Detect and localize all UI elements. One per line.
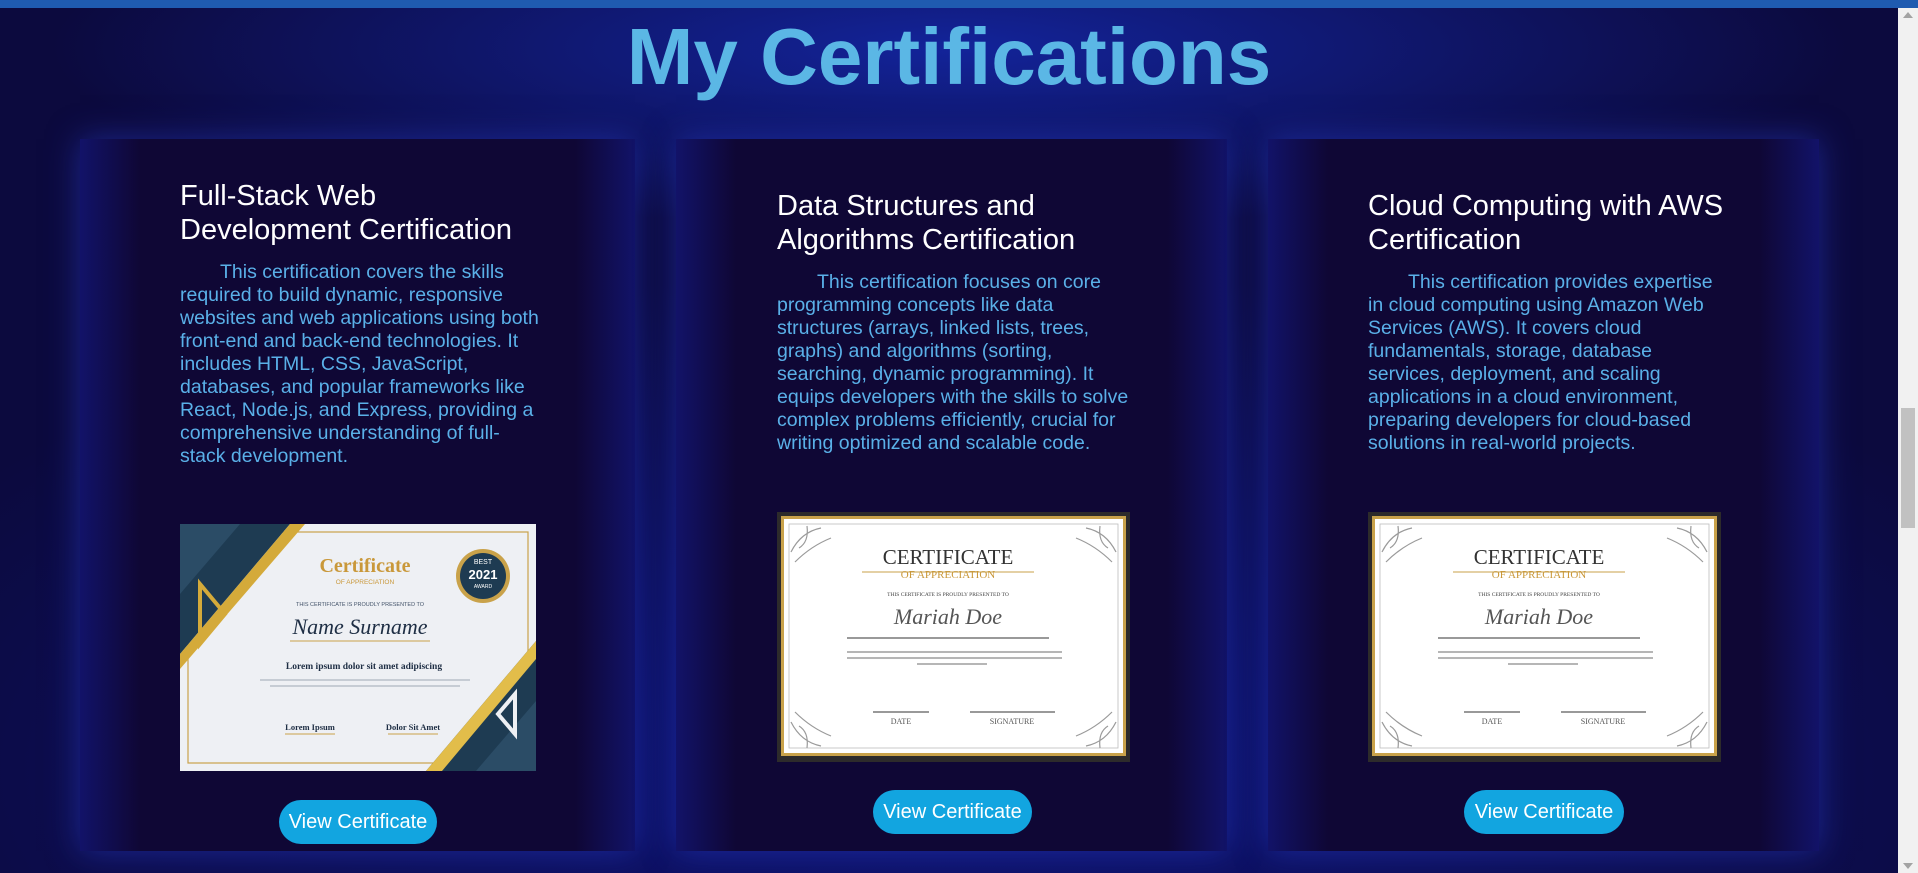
- card-description: This certification covers the skills req…: [180, 261, 539, 467]
- certificate-tagline: Lorem ipsum dolor sit amet adipiscing: [286, 662, 442, 672]
- scroll-up-arrow-icon[interactable]: [1903, 12, 1913, 18]
- certification-card-aws: Cloud Computing with AWS Certification T…: [1268, 139, 1819, 851]
- scrollbar-thumb[interactable]: [1901, 408, 1915, 528]
- card-text: Cloud Computing with AWS Certification T…: [1368, 189, 1728, 455]
- card-title: Full-Stack Web Development Certification: [180, 180, 513, 246]
- certificate-image-aws[interactable]: CERTIFICATE OF APPRECIATION THIS CERTIFI…: [1368, 512, 1721, 762]
- badge-year: 2021: [469, 567, 498, 582]
- certificate-presented-line: THIS CERTIFICATE IS PROUDLY PRESENTED TO: [887, 592, 1009, 598]
- signature-label: SIGNATURE: [1581, 717, 1626, 726]
- certificate-illustration: CERTIFICATE OF APPRECIATION THIS CERTIFI…: [777, 512, 1130, 762]
- signature-label: SIGNATURE: [990, 717, 1035, 726]
- card-description: This certification focuses on core progr…: [777, 271, 1129, 454]
- certificate-illustration: Certificate OF APPRECIATION BEST 2021 AW…: [180, 524, 536, 771]
- card-description: This certification provides expertise in…: [1368, 271, 1713, 454]
- certificate-heading: CERTIFICATE: [883, 545, 1014, 569]
- certification-card-fullstack: Full-Stack Web Development Certification…: [80, 139, 635, 851]
- view-certificate-button[interactable]: View Certificate: [873, 790, 1032, 834]
- card-text: Full-Stack Web Development Certification…: [180, 179, 540, 468]
- card-title: Cloud Computing with AWS Certification: [1368, 190, 1724, 256]
- certificate-illustration: CERTIFICATE OF APPRECIATION THIS CERTIFI…: [1368, 512, 1721, 762]
- certificate-subheading: OF APPRECIATION: [901, 569, 995, 581]
- view-certificate-button[interactable]: View Certificate: [1464, 790, 1624, 834]
- badge-top: BEST: [474, 559, 493, 566]
- card-title: Data Structures and Algorithms Certifica…: [777, 190, 1076, 256]
- signature-right: Dolor Sit Amet: [386, 722, 440, 732]
- view-certificate-button[interactable]: View Certificate: [279, 800, 437, 844]
- certificate-presented-line: THIS CERTIFICATE IS PROUDLY PRESENTED TO: [296, 602, 425, 608]
- certificate-recipient-name: Name Surname: [291, 614, 427, 639]
- page-title: My Certifications: [626, 12, 1272, 101]
- vertical-scrollbar[interactable]: [1898, 8, 1918, 873]
- card-text: Data Structures and Algorithms Certifica…: [777, 189, 1137, 455]
- date-label: DATE: [891, 717, 912, 726]
- certifications-section: My Certifications Full-Stack Web Develop…: [0, 8, 1898, 873]
- certificate-subheading: OF APPRECIATION: [336, 579, 395, 586]
- certificate-heading: CERTIFICATE: [1474, 545, 1605, 569]
- certification-card-dsa: Data Structures and Algorithms Certifica…: [676, 139, 1227, 851]
- badge-bottom: AWARD: [474, 584, 493, 590]
- certificate-image-fullstack[interactable]: Certificate OF APPRECIATION BEST 2021 AW…: [180, 524, 536, 771]
- certificate-presented-line: THIS CERTIFICATE IS PROUDLY PRESENTED TO: [1478, 592, 1600, 598]
- certificate-recipient-name: Mariah Doe: [893, 604, 1002, 629]
- signature-left: Lorem Ipsum: [285, 722, 335, 732]
- top-accent-bar: [0, 0, 1918, 8]
- certificate-recipient-name: Mariah Doe: [1484, 604, 1593, 629]
- certificate-image-dsa[interactable]: CERTIFICATE OF APPRECIATION THIS CERTIFI…: [777, 512, 1130, 762]
- certificate-subheading: OF APPRECIATION: [1492, 569, 1586, 581]
- certificate-heading: Certificate: [319, 555, 410, 577]
- scroll-down-arrow-icon[interactable]: [1903, 863, 1913, 869]
- date-label: DATE: [1482, 717, 1503, 726]
